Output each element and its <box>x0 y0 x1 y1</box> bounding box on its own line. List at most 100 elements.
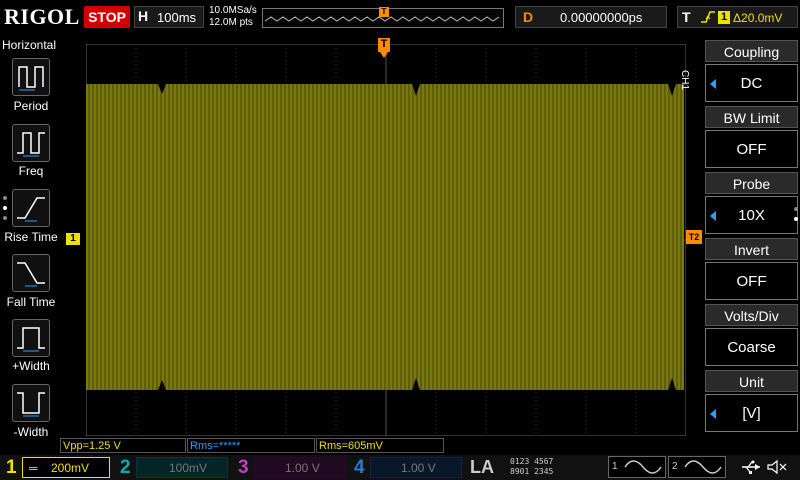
ch4-number[interactable]: 4 <box>354 457 365 479</box>
ch1-scale: 200mV <box>51 461 90 475</box>
ch4-scale: 1.00 V <box>401 461 436 475</box>
unit-title: Unit <box>705 370 798 392</box>
brand-logo: RIGOL <box>4 4 80 29</box>
page-dot-active <box>794 217 798 221</box>
run-stop-indicator[interactable]: STOP <box>84 6 130 28</box>
volts-div-softkey[interactable]: Coarse <box>705 328 798 366</box>
invert-title: Invert <box>705 238 798 260</box>
sample-rate: 10.0MSa/s <box>209 5 257 16</box>
channel-status-bar: 1 ═ 200mV 2 100mV 3 1.00 V 4 1.00 V LA 0… <box>0 455 800 480</box>
generator1-number: 1 <box>612 461 618 472</box>
negative-width-icon <box>17 392 45 417</box>
channel1-waveform <box>86 84 684 390</box>
ch3-scale-box[interactable]: 1.00 V <box>254 457 346 478</box>
period-icon <box>18 66 44 91</box>
rise-time-button[interactable] <box>12 189 50 227</box>
negative-width-label: -Width <box>13 425 49 439</box>
measurement-rms-1[interactable]: Rms=***** <box>187 438 315 453</box>
frequency-icon <box>17 132 45 157</box>
rise-time-icon <box>17 197 45 222</box>
timebase-box[interactable]: H 100ms <box>134 6 204 28</box>
measurement-vpp[interactable]: Vpp=1.25 V <box>60 438 186 453</box>
memory-trigger-marker: T <box>379 7 389 17</box>
rising-edge-icon <box>700 10 716 27</box>
freq-button[interactable] <box>12 124 50 162</box>
trigger-letter: T <box>682 9 691 25</box>
horizontal-letter: H <box>138 8 149 24</box>
la-channels-row1: 0123 4567 <box>510 457 554 466</box>
coupling-softkey[interactable]: DC <box>705 64 798 102</box>
menu-title: Horizontal <box>2 38 57 52</box>
dc-coupling-icon: ═ <box>29 461 38 475</box>
waveform-display[interactable] <box>86 44 686 436</box>
measurement-rms-2[interactable]: Rms=605mV <box>316 438 444 453</box>
coupling-value: DC <box>740 75 763 92</box>
unit-softkey[interactable]: [V] <box>705 394 798 432</box>
bw-limit-softkey[interactable]: OFF <box>705 130 798 168</box>
coupling-title: Coupling <box>705 40 798 62</box>
ch3-number[interactable]: 3 <box>238 457 249 479</box>
generator2-number: 2 <box>672 461 678 472</box>
ch1-scale-box[interactable]: ═ 200mV <box>22 457 110 478</box>
delay-value: 0.00000000ps <box>560 10 643 25</box>
page-dot <box>3 216 7 220</box>
page-dot <box>3 196 7 200</box>
trigger-position-marker[interactable]: T <box>378 38 390 52</box>
la-channels-row2: 8901 2345 <box>510 467 554 476</box>
invert-value: OFF <box>736 273 767 290</box>
rise-time-label: Rise Time <box>4 230 58 244</box>
fall-time-label: Fall Time <box>6 295 56 309</box>
bw-limit-title: BW Limit <box>705 106 798 128</box>
generator1-box[interactable]: 1 <box>608 456 666 478</box>
memory-depth: 12.0M pts <box>209 17 253 28</box>
memory-overview-strip: T <box>262 7 504 28</box>
select-arrow-icon <box>710 409 716 419</box>
logic-analyzer-label[interactable]: LA <box>470 457 494 478</box>
sine-wave-icon <box>684 460 722 474</box>
period-label: Period <box>13 99 49 113</box>
timebase-value: 100ms <box>157 10 197 25</box>
trigger-level: Δ20.0mV <box>733 11 783 25</box>
freq-label: Freq <box>18 164 44 178</box>
trigger-source-badge: 1 <box>718 11 730 24</box>
channel1-menu: Coupling DC BW Limit OFF Probe 10X Inver… <box>705 40 800 438</box>
sine-wave-icon <box>624 460 662 474</box>
positive-width-icon <box>17 327 45 352</box>
positive-width-label: +Width <box>12 359 50 373</box>
trigger-box[interactable]: T 1 Δ20.0mV <box>677 6 798 28</box>
volts-div-title: Volts/Div <box>705 304 798 326</box>
delay-letter: D <box>523 9 534 25</box>
unit-value: [V] <box>742 405 761 422</box>
page-dot-active <box>3 206 7 210</box>
volts-div-value: Coarse <box>727 339 776 356</box>
ch2-scale-box[interactable]: 100mV <box>136 457 228 478</box>
ch2-scale: 100mV <box>169 461 208 475</box>
select-arrow-icon <box>710 211 716 221</box>
delay-box[interactable]: D 0.00000000ps <box>515 6 667 28</box>
generator2-box[interactable]: 2 <box>668 456 726 478</box>
invert-softkey[interactable]: OFF <box>705 262 798 300</box>
speaker-muted-icon[interactable] <box>766 459 788 475</box>
horizontal-measure-menu: Horizontal Period Freq Rise Time Fall Ti… <box>0 36 62 456</box>
bw-limit-value: OFF <box>736 141 767 158</box>
trigger-level-marker[interactable]: T2 <box>686 230 702 244</box>
negative-width-button[interactable] <box>12 384 50 422</box>
period-button[interactable] <box>12 58 50 96</box>
channel-tag: CH1 <box>679 70 690 91</box>
usb-icon <box>742 460 760 474</box>
top-status-bar: RIGOL STOP H 100ms 10.0MSa/s 12.0M pts T… <box>0 0 800 36</box>
ch4-scale-box[interactable]: 1.00 V <box>370 457 462 478</box>
fall-time-icon <box>17 262 45 287</box>
trigger-position-arrow-icon <box>380 52 388 58</box>
probe-title: Probe <box>705 172 798 194</box>
probe-value: 10X <box>738 207 765 224</box>
probe-softkey[interactable]: 10X <box>705 196 798 234</box>
ch3-scale: 1.00 V <box>285 461 320 475</box>
ch1-number[interactable]: 1 <box>6 457 17 479</box>
page-dot <box>794 207 798 211</box>
fall-time-button[interactable] <box>12 254 50 292</box>
positive-width-button[interactable] <box>12 319 50 357</box>
select-arrow-icon <box>710 79 716 89</box>
ch1-offset-marker[interactable]: 1 <box>66 233 80 245</box>
ch2-number[interactable]: 2 <box>120 457 131 479</box>
